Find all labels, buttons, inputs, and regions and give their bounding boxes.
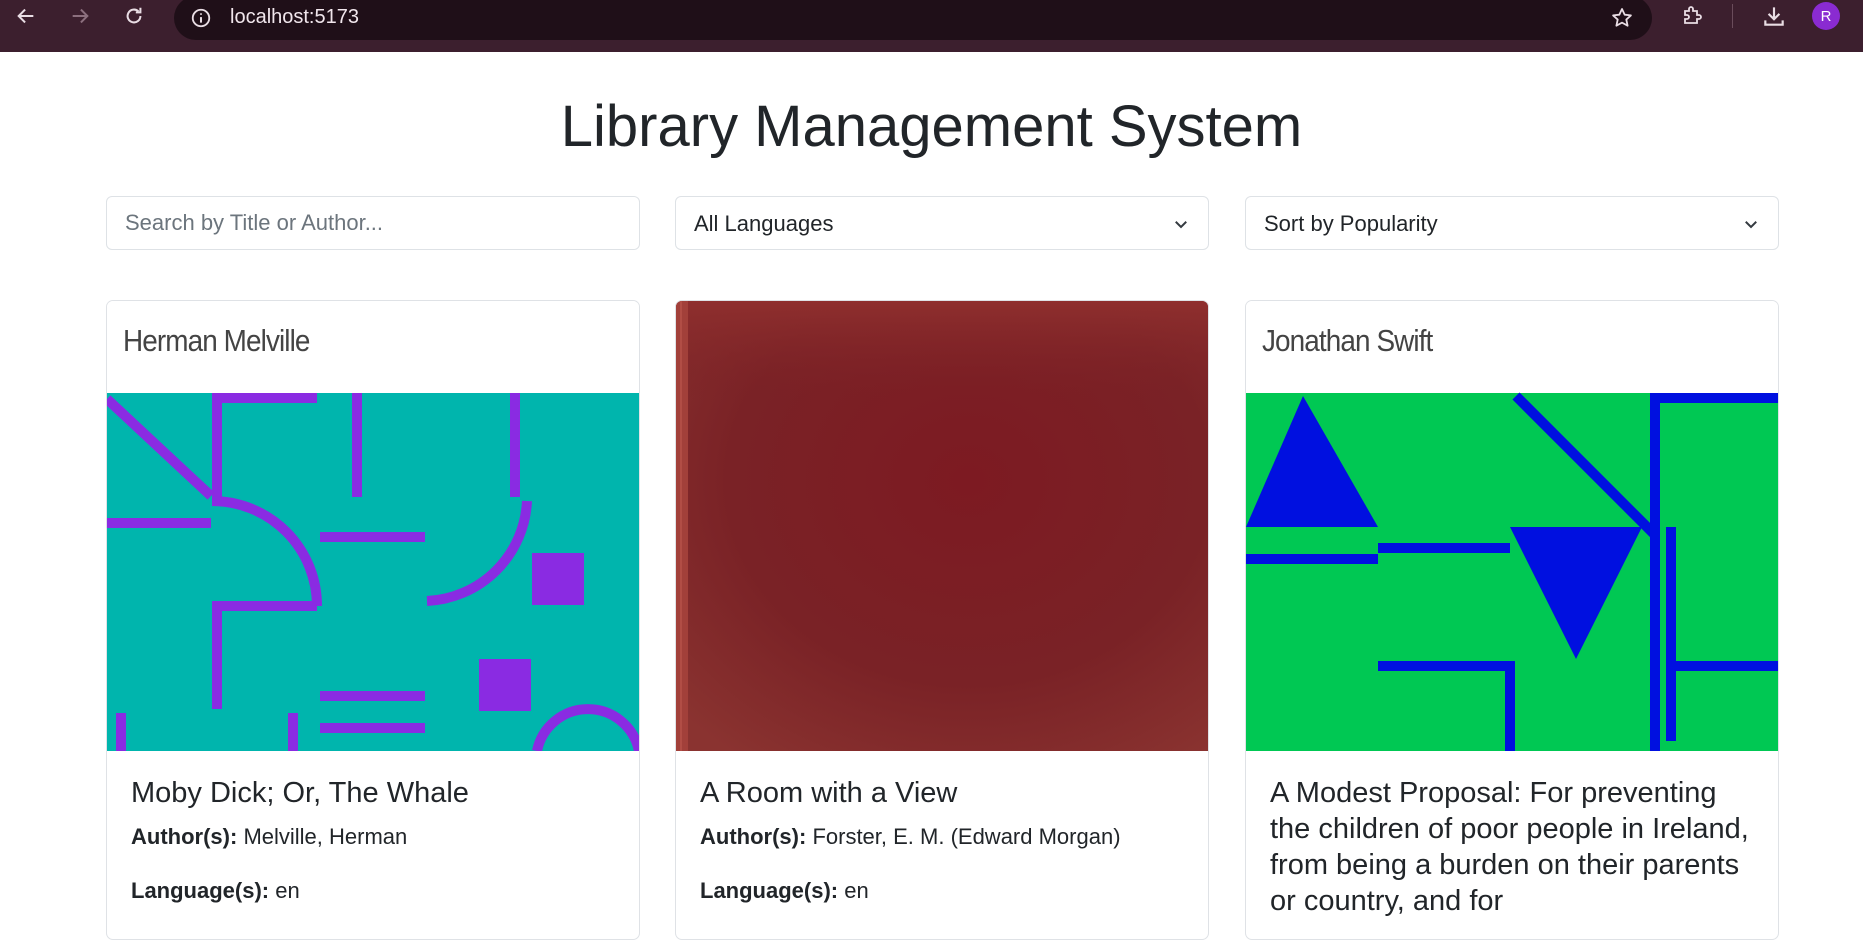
card-body: Moby Dick; Or, The Whale Author(s): Melv… (131, 775, 619, 931)
search-input[interactable] (107, 197, 639, 249)
chevron-down-icon (1172, 215, 1190, 238)
book-authors: Author(s): Forster, E. M. (Edward Morgan… (700, 823, 1188, 851)
sort-select[interactable]: Sort by Popularity (1245, 196, 1779, 250)
book-card[interactable]: A Room with a View Author(s): Forster, E… (675, 300, 1209, 940)
back-arrow-icon[interactable] (6, 0, 46, 32)
languages-value: en (844, 878, 869, 903)
languages-label: Language(s): (131, 878, 270, 903)
book-title: Moby Dick; Or, The Whale (131, 777, 469, 809)
bookmark-star-icon[interactable] (1610, 6, 1634, 35)
book-title: A Modest Proposal: For preventing the ch… (1270, 777, 1749, 917)
book-languages: Language(s): en (700, 877, 1188, 905)
search-field-wrapper (106, 196, 640, 250)
language-select[interactable]: All Languages (675, 196, 1209, 250)
book-cover-image: Herman Melville (107, 301, 639, 751)
book-card[interactable]: Herman Melville Moby Dick; Or, The Whale… (106, 300, 640, 940)
browser-toolbar: localhost:5173 R (0, 0, 1863, 52)
address-bar[interactable]: localhost:5173 (174, 0, 1652, 40)
authors-label: Author(s): (700, 824, 807, 849)
chevron-down-icon (1742, 215, 1760, 238)
card-body: A Modest Proposal: For preventing the ch… (1270, 775, 1758, 931)
download-icon[interactable] (1754, 0, 1794, 32)
languages-value: en (275, 878, 300, 903)
profile-avatar[interactable]: R (1812, 2, 1840, 30)
site-info-icon[interactable] (190, 7, 212, 29)
page-title: Library Management System (560, 94, 1303, 159)
language-select-value: All Languages (694, 211, 834, 236)
extensions-icon[interactable] (1672, 0, 1712, 32)
cover-author-text: Jonathan Swift (1262, 323, 1433, 358)
languages-label: Language(s): (700, 878, 839, 903)
book-cover-image: Jonathan Swift (1246, 301, 1778, 751)
authors-value: Forster, E. M. (Edward Morgan) (812, 824, 1121, 849)
authors-value: Melville, Herman (243, 824, 408, 849)
book-title: A Room with a View (700, 777, 958, 809)
toolbar-divider (1732, 4, 1733, 28)
book-authors: Author(s): Melville, Herman (131, 823, 619, 851)
url-text: localhost:5173 (230, 6, 359, 28)
book-languages: Language(s): en (131, 877, 619, 905)
reload-icon[interactable] (114, 0, 154, 32)
cover-author-text: Herman Melville (123, 323, 310, 358)
card-body: A Room with a View Author(s): Forster, E… (700, 775, 1188, 931)
book-cover-image (676, 301, 1208, 751)
sort-select-value: Sort by Popularity (1264, 211, 1438, 236)
authors-label: Author(s): (131, 824, 238, 849)
book-card[interactable]: Jonathan Swift A Modest Proposal: For pr… (1245, 300, 1779, 940)
forward-arrow-icon[interactable] (60, 0, 100, 32)
